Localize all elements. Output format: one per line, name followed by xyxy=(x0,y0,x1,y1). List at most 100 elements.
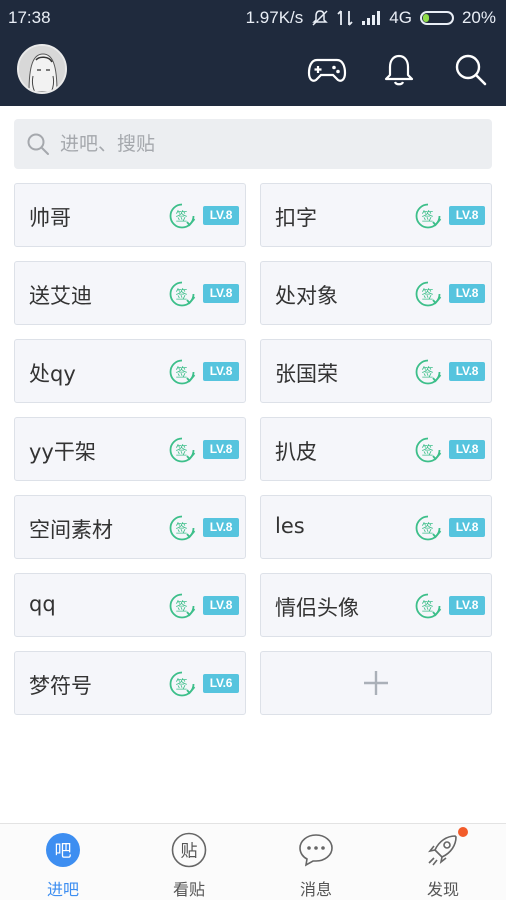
chat-bubble-icon xyxy=(299,834,333,867)
battery-icon xyxy=(419,11,454,25)
forum-card[interactable]: 扒皮 签 LV.8 xyxy=(260,417,492,481)
forum-card[interactable]: 处对象 签 LV.8 xyxy=(260,261,492,325)
tab-read-posts[interactable]: 贴 看贴 xyxy=(126,824,252,901)
svg-text:签: 签 xyxy=(175,521,187,536)
net-speed: 1.97K/s xyxy=(245,8,304,27)
forum-card[interactable]: les 签 LV.8 xyxy=(260,495,492,559)
network-type: 4G xyxy=(389,8,412,27)
sign-in-icon[interactable]: 签 xyxy=(168,592,196,620)
svg-text:签: 签 xyxy=(421,521,433,536)
forum-name: 张国荣 xyxy=(275,362,338,386)
notifications-button[interactable] xyxy=(377,50,421,90)
sign-in-icon[interactable]: 签 xyxy=(168,202,196,230)
forum-name: yy干架 xyxy=(29,440,96,464)
posts-tab-glyph: 贴 xyxy=(181,842,198,862)
forum-card[interactable]: qq 签 LV.8 xyxy=(14,573,246,637)
svg-text:签: 签 xyxy=(175,443,187,458)
sign-in-icon[interactable]: 签 xyxy=(168,280,196,308)
level-badge: LV.8 xyxy=(449,284,485,303)
level-badge: LV.8 xyxy=(203,596,239,615)
notification-dot xyxy=(458,827,468,837)
svg-text:签: 签 xyxy=(421,287,433,302)
tab-messages[interactable]: 消息 xyxy=(253,824,379,901)
level-badge: LV.8 xyxy=(203,518,239,537)
game-button[interactable] xyxy=(305,50,349,90)
level-badge: LV.8 xyxy=(449,518,485,537)
search-icon xyxy=(27,133,49,155)
posts-tab-icon: 贴 xyxy=(171,832,207,868)
forum-card[interactable]: yy干架 签 LV.8 xyxy=(14,417,246,481)
avatar[interactable] xyxy=(17,44,67,94)
svg-text:签: 签 xyxy=(421,365,433,380)
top-header xyxy=(0,36,506,106)
forum-name: 处qy xyxy=(29,362,76,386)
level-badge: LV.8 xyxy=(203,440,239,459)
avatar-image xyxy=(19,46,65,92)
tab-label: 进吧 xyxy=(46,880,79,899)
level-badge: LV.8 xyxy=(449,440,485,459)
status-time: 17:38 xyxy=(8,8,51,27)
sign-in-icon[interactable]: 签 xyxy=(414,592,442,620)
sign-in-icon[interactable]: 签 xyxy=(168,358,196,386)
forum-name: 梦符号 xyxy=(29,674,92,698)
svg-text:签: 签 xyxy=(175,287,187,302)
level-badge: LV.8 xyxy=(449,206,485,225)
add-forum-button[interactable] xyxy=(260,651,492,715)
forum-name: 情侣头像 xyxy=(275,596,359,620)
forum-card[interactable]: 送艾迪 签 LV.8 xyxy=(14,261,246,325)
sign-in-icon[interactable]: 签 xyxy=(414,358,442,386)
bottom-tab-bar: 吧 进吧 贴 看贴 消息 发现 xyxy=(0,823,506,900)
forum-name: qq xyxy=(29,592,56,616)
forum-card[interactable]: 处qy 签 LV.8 xyxy=(14,339,246,403)
forum-name: 空间素材 xyxy=(29,518,113,542)
tab-label: 发现 xyxy=(426,880,459,899)
signal-icon xyxy=(362,11,381,25)
search-icon xyxy=(455,54,487,86)
status-indicators: 1.97K/s 4G 20% xyxy=(246,8,496,28)
level-badge: LV.8 xyxy=(449,596,485,615)
level-badge: LV.8 xyxy=(449,362,485,381)
forum-tab-icon: 吧 xyxy=(46,833,80,867)
gamepad-icon xyxy=(307,58,347,82)
header-search-button[interactable] xyxy=(449,50,493,90)
status-bar: 17:38 1.97K/s 4G 20% xyxy=(0,0,506,36)
search-box[interactable] xyxy=(14,119,492,169)
forum-name: 送艾迪 xyxy=(29,284,92,308)
forum-name: les xyxy=(275,514,305,538)
level-badge: LV.6 xyxy=(203,674,239,693)
plus-icon xyxy=(364,671,388,695)
bell-icon xyxy=(384,54,414,86)
forum-name: 帅哥 xyxy=(29,206,71,230)
forum-card[interactable]: 帅哥 签 LV.8 xyxy=(14,183,246,247)
tab-enter-forum[interactable]: 吧 进吧 xyxy=(0,824,126,901)
level-badge: LV.8 xyxy=(203,206,239,225)
forum-name: 处对象 xyxy=(275,284,338,308)
svg-text:签: 签 xyxy=(421,443,433,458)
tab-discover[interactable]: 发现 xyxy=(380,824,506,901)
svg-text:签: 签 xyxy=(421,599,433,614)
forum-card[interactable]: 扣字 签 LV.8 xyxy=(260,183,492,247)
sign-in-icon[interactable]: 签 xyxy=(414,202,442,230)
sign-in-icon[interactable]: 签 xyxy=(414,436,442,464)
sign-in-icon[interactable]: 签 xyxy=(168,436,196,464)
battery-percent: 20% xyxy=(461,8,496,27)
sign-in-icon[interactable]: 签 xyxy=(414,514,442,542)
forum-grid: 帅哥签 LV.8 扣字签 LV.8 送艾迪签 LV.8 处对象签 LV.8 处qy 签 LV.8 张国… xyxy=(14,183,492,715)
forum-card[interactable]: 梦符号 签 LV.6 xyxy=(14,651,246,715)
forum-name: 扒皮 xyxy=(275,440,317,464)
svg-text:签: 签 xyxy=(175,209,187,224)
forum-card[interactable]: 张国荣 签 LV.8 xyxy=(260,339,492,403)
forum-card[interactable]: 情侣头像 签 LV.8 xyxy=(260,573,492,637)
sign-in-icon[interactable]: 签 xyxy=(168,514,196,542)
forum-tab-glyph: 吧 xyxy=(55,842,72,862)
sign-in-icon[interactable]: 签 xyxy=(414,280,442,308)
tab-label: 看贴 xyxy=(172,880,205,899)
mute-icon xyxy=(312,10,329,26)
sign-in-icon[interactable]: 签 xyxy=(168,670,196,698)
data-transfer-icon xyxy=(337,10,353,26)
svg-text:签: 签 xyxy=(421,209,433,224)
forum-name: 扣字 xyxy=(275,206,317,230)
forum-card[interactable]: 空间素材 签 LV.8 xyxy=(14,495,246,559)
level-badge: LV.8 xyxy=(203,362,239,381)
search-input[interactable] xyxy=(58,132,462,156)
